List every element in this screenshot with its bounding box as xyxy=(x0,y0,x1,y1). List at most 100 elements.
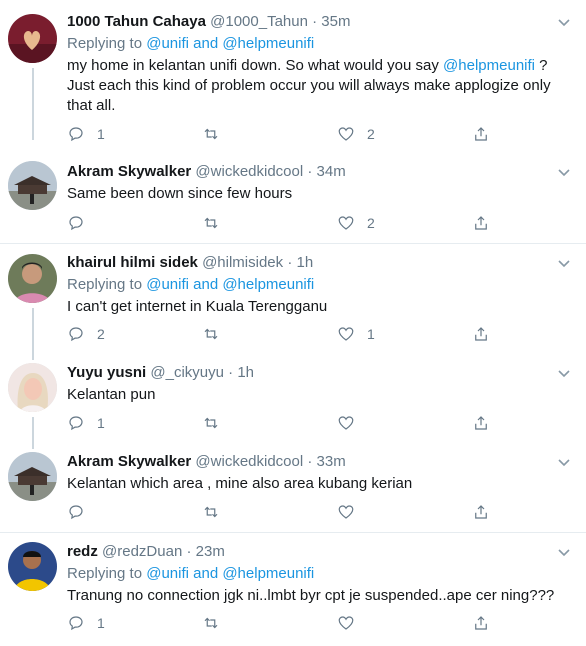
replying-to: Replying to @unifi and @helpmeunifi xyxy=(67,564,572,584)
share-icon xyxy=(475,416,487,430)
avatar[interactable] xyxy=(8,363,57,412)
tweet-actions: 2 xyxy=(67,213,507,233)
woman-avatar-icon xyxy=(8,363,57,412)
timestamp[interactable]: 35m xyxy=(321,13,350,30)
reply-button[interactable]: 2 xyxy=(67,324,105,344)
share-button[interactable] xyxy=(472,613,490,633)
heart-icon xyxy=(338,127,354,141)
like-button[interactable]: 2 xyxy=(337,213,375,233)
tweet-actions: 1 xyxy=(67,413,507,433)
replying-prefix: Replying to xyxy=(67,276,143,293)
palace-avatar-icon xyxy=(8,452,57,501)
handle[interactable]: @redzDuan xyxy=(102,543,182,560)
retweet-icon xyxy=(204,417,218,429)
retweet-button[interactable] xyxy=(202,324,232,344)
reply-count: 2 xyxy=(97,326,105,342)
share-button[interactable] xyxy=(472,413,490,433)
replying-to-link[interactable]: @unifi and @helpmeunifi xyxy=(146,35,314,52)
handle[interactable]: @1000_Tahun xyxy=(210,13,308,30)
avatar[interactable] xyxy=(8,452,57,501)
handle[interactable]: @wickedkidcool xyxy=(195,163,303,180)
separator: · xyxy=(307,453,313,470)
chevron-down-icon[interactable] xyxy=(556,255,572,271)
display-name[interactable]: Yuyu yusni xyxy=(67,364,146,381)
display-name[interactable]: 1000 Tahun Cahaya xyxy=(67,13,206,30)
share-button[interactable] xyxy=(472,124,490,144)
display-name[interactable]: Akram Skywalker xyxy=(67,453,191,470)
avatar[interactable] xyxy=(8,14,57,63)
share-icon xyxy=(475,616,487,630)
mention-link[interactable]: @helpmeunifi xyxy=(443,57,535,74)
timestamp[interactable]: 1h xyxy=(237,364,254,381)
chevron-down-icon[interactable] xyxy=(556,14,572,30)
like-button[interactable] xyxy=(337,413,367,433)
retweet-button[interactable] xyxy=(202,213,232,233)
reply-count: 1 xyxy=(97,415,105,431)
like-button[interactable]: 2 xyxy=(337,124,375,144)
thread-line xyxy=(32,308,34,360)
share-icon xyxy=(475,127,487,141)
display-name[interactable]: redz xyxy=(67,543,98,560)
tweet-divider xyxy=(0,243,586,244)
chevron-down-icon[interactable] xyxy=(556,365,572,381)
tweet-actions xyxy=(67,502,507,522)
display-name[interactable]: Akram Skywalker xyxy=(67,163,191,180)
reply-icon xyxy=(69,327,83,342)
chevron-down-icon[interactable] xyxy=(556,544,572,560)
tweet-feed: 1000 Tahun Cahaya @1000_Tahun · 35m Repl… xyxy=(0,0,586,646)
handle[interactable]: @_cikyuyu xyxy=(150,364,224,381)
tweet-actions: 2 1 xyxy=(67,324,507,344)
replying-prefix: Replying to xyxy=(67,565,143,582)
heart-icon xyxy=(338,505,354,519)
reply-count: 1 xyxy=(97,126,105,142)
reply-button[interactable] xyxy=(67,502,97,522)
reply-button[interactable]: 1 xyxy=(67,124,105,144)
chevron-down-icon[interactable] xyxy=(556,164,572,180)
retweet-button[interactable] xyxy=(202,613,232,633)
tweet-header: Yuyu yusni @_cikyuyu · 1h xyxy=(67,363,572,383)
tweet-header: 1000 Tahun Cahaya @1000_Tahun · 35m xyxy=(67,12,572,32)
palace-avatar-icon xyxy=(8,161,57,210)
retweet-button[interactable] xyxy=(202,124,232,144)
retweet-button[interactable] xyxy=(202,502,232,522)
replying-to: Replying to @unifi and @helpmeunifi xyxy=(67,275,572,295)
avatar[interactable] xyxy=(8,254,57,303)
replying-to-link[interactable]: @unifi and @helpmeunifi xyxy=(146,276,314,293)
separator: · xyxy=(287,254,293,271)
tweet-text: Kelantan pun xyxy=(67,386,156,403)
timestamp[interactable]: 1h xyxy=(297,254,314,271)
handle[interactable]: @hilmisidek xyxy=(202,254,283,271)
retweet-button[interactable] xyxy=(202,413,232,433)
tweet-text: Same been down since few hours xyxy=(67,185,293,202)
like-button[interactable]: 1 xyxy=(337,324,375,344)
timestamp[interactable]: 23m xyxy=(196,543,225,560)
like-count: 2 xyxy=(367,215,375,231)
share-icon xyxy=(475,505,487,519)
avatar[interactable] xyxy=(8,161,57,210)
replying-to-link[interactable]: @unifi and @helpmeunifi xyxy=(146,565,314,582)
avatar[interactable] xyxy=(8,542,57,591)
timestamp[interactable]: 34m xyxy=(317,163,346,180)
replying-to: Replying to @unifi and @helpmeunifi xyxy=(67,34,572,54)
replying-prefix: Replying to xyxy=(67,35,143,52)
timestamp[interactable]: 33m xyxy=(317,453,346,470)
heart-icon xyxy=(338,616,354,630)
heart-icon xyxy=(338,216,354,230)
tweet-text: my home in kelantan unifi down. So what … xyxy=(67,56,572,116)
reply-button[interactable]: 1 xyxy=(67,413,105,433)
share-button[interactable] xyxy=(472,502,490,522)
chevron-down-icon[interactable] xyxy=(556,454,572,470)
like-button[interactable] xyxy=(337,613,367,633)
like-button[interactable] xyxy=(337,502,367,522)
reply-button[interactable] xyxy=(67,213,97,233)
tweet-content: 1000 Tahun Cahaya @1000_Tahun · 35m Repl… xyxy=(67,12,572,116)
display-name[interactable]: khairul hilmi sidek xyxy=(67,254,198,271)
tweet-actions: 1 xyxy=(67,613,507,633)
reply-button[interactable]: 1 xyxy=(67,613,105,633)
handle[interactable]: @wickedkidcool xyxy=(195,453,303,470)
share-button[interactable] xyxy=(472,324,490,344)
reply-icon xyxy=(69,505,83,520)
like-count: 1 xyxy=(367,326,375,342)
person-avatar-icon xyxy=(8,254,57,303)
share-button[interactable] xyxy=(472,213,490,233)
